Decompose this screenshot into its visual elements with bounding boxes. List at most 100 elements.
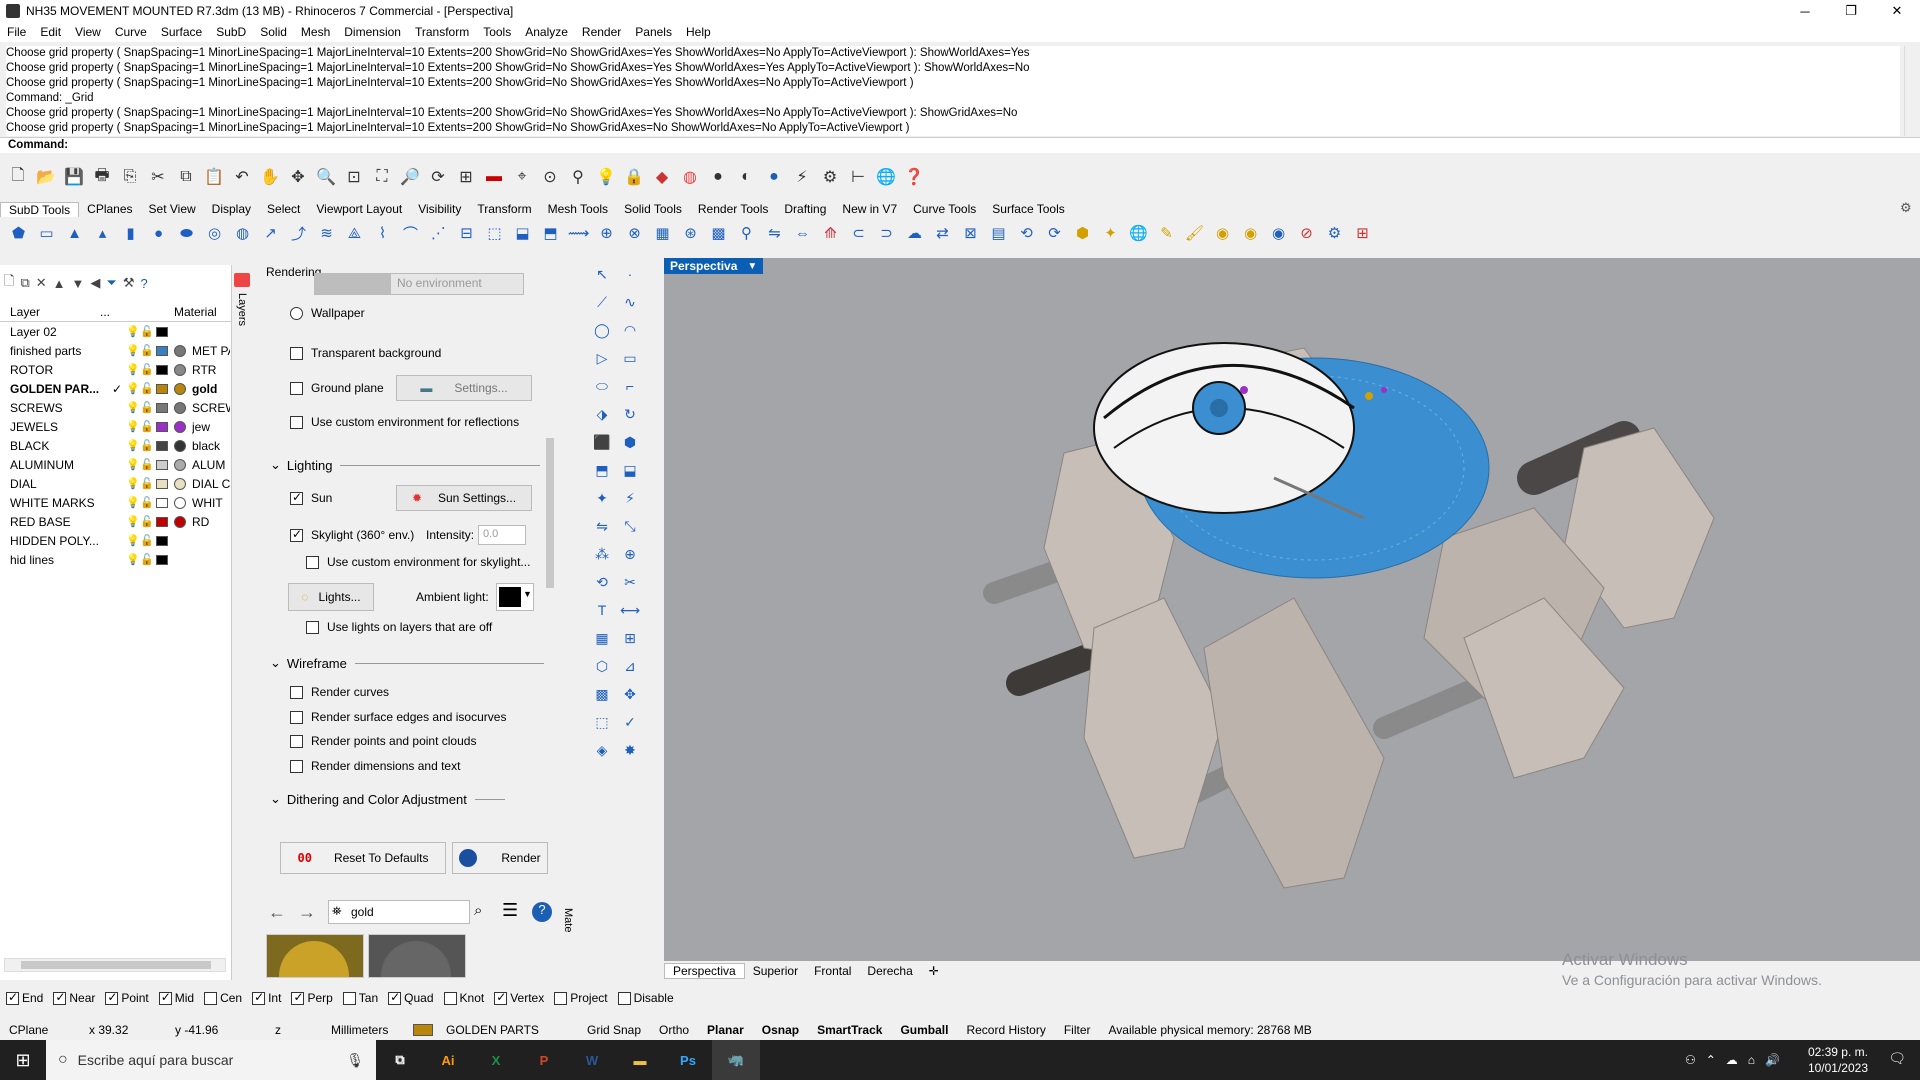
shaded-sphere-icon[interactable]: ● bbox=[706, 165, 730, 189]
dark-material-thumbnail[interactable] bbox=[368, 934, 466, 978]
options-gear-icon[interactable]: ⚙ bbox=[818, 165, 842, 189]
layer-name[interactable]: ALUMINUM bbox=[0, 458, 112, 472]
tab-subd-tools[interactable]: SubD Tools bbox=[0, 201, 80, 217]
subd-sweep2-icon[interactable]: ⤴ bbox=[286, 221, 311, 245]
circle-icon[interactable]: ◯ bbox=[590, 318, 614, 342]
subd-stitch-icon[interactable]: ⊗ bbox=[622, 221, 647, 245]
menu-edit[interactable]: Edit bbox=[33, 25, 68, 39]
subd-crease-icon[interactable]: ⋰ bbox=[426, 221, 451, 245]
menu-view[interactable]: View bbox=[68, 25, 108, 39]
menu-solid[interactable]: Solid bbox=[253, 25, 294, 39]
layer-color-swatch[interactable] bbox=[156, 478, 168, 489]
lock-toggle-icon[interactable]: 🔓 bbox=[140, 515, 154, 528]
smarttrack-toggle[interactable]: SmartTrack bbox=[808, 1023, 891, 1037]
new-file-icon[interactable]: 🗋 bbox=[6, 165, 30, 189]
layer-material-name[interactable]: RD bbox=[192, 515, 230, 529]
viewport-title-tab[interactable]: Perspectiva ▼ bbox=[664, 258, 764, 274]
checkbox[interactable] bbox=[494, 990, 508, 1005]
mirror-icon[interactable]: ⇋ bbox=[590, 514, 614, 538]
visibility-bulb-icon[interactable]: 💡 bbox=[126, 534, 140, 547]
menu-curve[interactable]: Curve bbox=[108, 25, 154, 39]
lock-toggle-icon[interactable]: 🔓 bbox=[140, 344, 154, 357]
checkbox[interactable] bbox=[306, 555, 319, 569]
checkbox[interactable] bbox=[290, 346, 303, 360]
menu-panels[interactable]: Panels bbox=[628, 25, 679, 39]
menu-surface[interactable]: Surface bbox=[154, 25, 209, 39]
rotate-view-icon[interactable]: ⟳ bbox=[426, 165, 450, 189]
layer-name[interactable]: DIAL bbox=[0, 477, 112, 491]
tab-render-tools[interactable]: Render Tools bbox=[690, 202, 777, 216]
layer-color-swatch[interactable] bbox=[156, 497, 168, 508]
paste-icon[interactable]: 📋 bbox=[202, 165, 226, 189]
layer-help-icon[interactable]: ? bbox=[140, 276, 147, 291]
material-ball-icon[interactable] bbox=[174, 515, 186, 528]
material-ball-icon[interactable] bbox=[174, 477, 186, 490]
visibility-bulb-icon[interactable]: 💡 bbox=[126, 515, 140, 528]
material-ball-icon[interactable] bbox=[174, 401, 186, 414]
tab-surface-tools[interactable]: Surface Tools bbox=[984, 202, 1073, 216]
menu-render[interactable]: Render bbox=[575, 25, 628, 39]
subd-append-icon[interactable]: ⬒ bbox=[538, 221, 563, 245]
layer-row[interactable]: HIDDEN POLY... 💡 🔓 bbox=[0, 531, 230, 550]
export-icon[interactable]: ⎘ bbox=[118, 165, 142, 189]
layer-material-name[interactable]: WHIT bbox=[192, 496, 230, 510]
dimension-icon[interactable]: ⟷ bbox=[618, 598, 642, 622]
lock-toggle-icon[interactable]: 🔓 bbox=[140, 439, 154, 452]
layer-name[interactable]: Layer 02 bbox=[0, 325, 112, 339]
subd-plane-icon[interactable]: ⬟ bbox=[6, 221, 31, 245]
intensity-input[interactable]: 0.0 bbox=[478, 525, 526, 545]
group-icon[interactable]: ⊞ bbox=[618, 626, 642, 650]
cplane-label[interactable]: CPlane bbox=[0, 1023, 80, 1037]
checkbox[interactable] bbox=[290, 415, 303, 429]
lock-toggle-icon[interactable]: 🔓 bbox=[140, 401, 154, 414]
lock-icon[interactable]: 🔒 bbox=[622, 165, 646, 189]
move-parent-icon[interactable]: ◀ bbox=[90, 275, 100, 291]
layer-tools-icon[interactable]: ⚒ bbox=[123, 275, 135, 291]
open-folder-icon[interactable]: 📂 bbox=[34, 165, 58, 189]
layer-name[interactable]: hid lines bbox=[0, 553, 112, 567]
lock-toggle-icon[interactable]: 🔓 bbox=[140, 553, 154, 566]
tab-viewport-layout[interactable]: Viewport Layout bbox=[308, 202, 410, 216]
subd-cylinder-icon[interactable]: ▮ bbox=[118, 221, 143, 245]
subd-insert-edge-icon[interactable]: ⊟ bbox=[454, 221, 479, 245]
osnap-perp[interactable]: Perp bbox=[291, 990, 333, 1005]
layer-row[interactable]: finished parts 💡🔓 MET PA bbox=[0, 341, 230, 360]
help-icon[interactable]: ? bbox=[532, 902, 552, 922]
skylight-check[interactable]: Skylight (360° env.) bbox=[290, 527, 414, 542]
layer-color-swatch[interactable] bbox=[156, 402, 168, 413]
layer-color-swatch[interactable] bbox=[156, 516, 168, 527]
subd-slide-icon[interactable]: ⟿ bbox=[566, 221, 591, 245]
subd-box-icon[interactable]: ▭ bbox=[34, 221, 59, 245]
tab-derecha[interactable]: Derecha bbox=[859, 964, 920, 978]
layer-row[interactable]: RED BASE 💡 🔓 RD bbox=[0, 512, 230, 531]
subd-ring1-icon[interactable]: ◉ bbox=[1210, 221, 1235, 245]
forward-arrow-icon[interactable]: → bbox=[298, 902, 316, 923]
subd-ring2-icon[interactable]: ◉ bbox=[1238, 221, 1263, 245]
render-points-check[interactable]: Render points and point clouds bbox=[290, 734, 476, 748]
tab-visibility[interactable]: Visibility bbox=[410, 202, 469, 216]
layers-tab-label[interactable]: Layers bbox=[236, 293, 248, 326]
layer-color-swatch[interactable] bbox=[156, 554, 168, 565]
tab-transform[interactable]: Transform bbox=[469, 202, 539, 216]
render-edges-check[interactable]: Render surface edges and isocurves bbox=[290, 710, 506, 724]
render-button[interactable]: Render bbox=[452, 842, 548, 874]
material-ball-icon[interactable] bbox=[174, 420, 186, 433]
subd-quadremesh-icon[interactable]: ▩ bbox=[706, 221, 731, 245]
layout-icon[interactable]: ⬚ bbox=[590, 710, 614, 734]
subd-settings-icon[interactable]: ⚙ bbox=[1322, 221, 1347, 245]
command-history[interactable]: Choose grid property ( SnapSpacing=1 Min… bbox=[6, 46, 1900, 136]
subd-bevel-icon[interactable]: ⊃ bbox=[874, 221, 899, 245]
subd-toggle-icon[interactable]: ⟳ bbox=[1042, 221, 1067, 245]
wallpaper-radio-circle[interactable] bbox=[290, 306, 303, 320]
subd-gumball-icon[interactable]: ⚲ bbox=[734, 221, 759, 245]
tab-new-in-v7[interactable]: New in V7 bbox=[834, 202, 905, 216]
move-down-icon[interactable]: ▼ bbox=[72, 276, 85, 291]
rotate-icon[interactable]: ⟲ bbox=[590, 570, 614, 594]
delete-layer-icon[interactable]: ✕ bbox=[36, 275, 47, 291]
checkbox[interactable] bbox=[252, 990, 266, 1005]
current-layer-indicator[interactable]: GOLDEN PARTS bbox=[404, 1023, 578, 1037]
osnap-tan[interactable]: Tan bbox=[342, 991, 378, 1005]
material-ball-icon[interactable] bbox=[174, 382, 186, 395]
scale-icon[interactable]: ⤡ bbox=[618, 514, 642, 538]
subd-mesh-icon[interactable]: ▦ bbox=[650, 221, 675, 245]
